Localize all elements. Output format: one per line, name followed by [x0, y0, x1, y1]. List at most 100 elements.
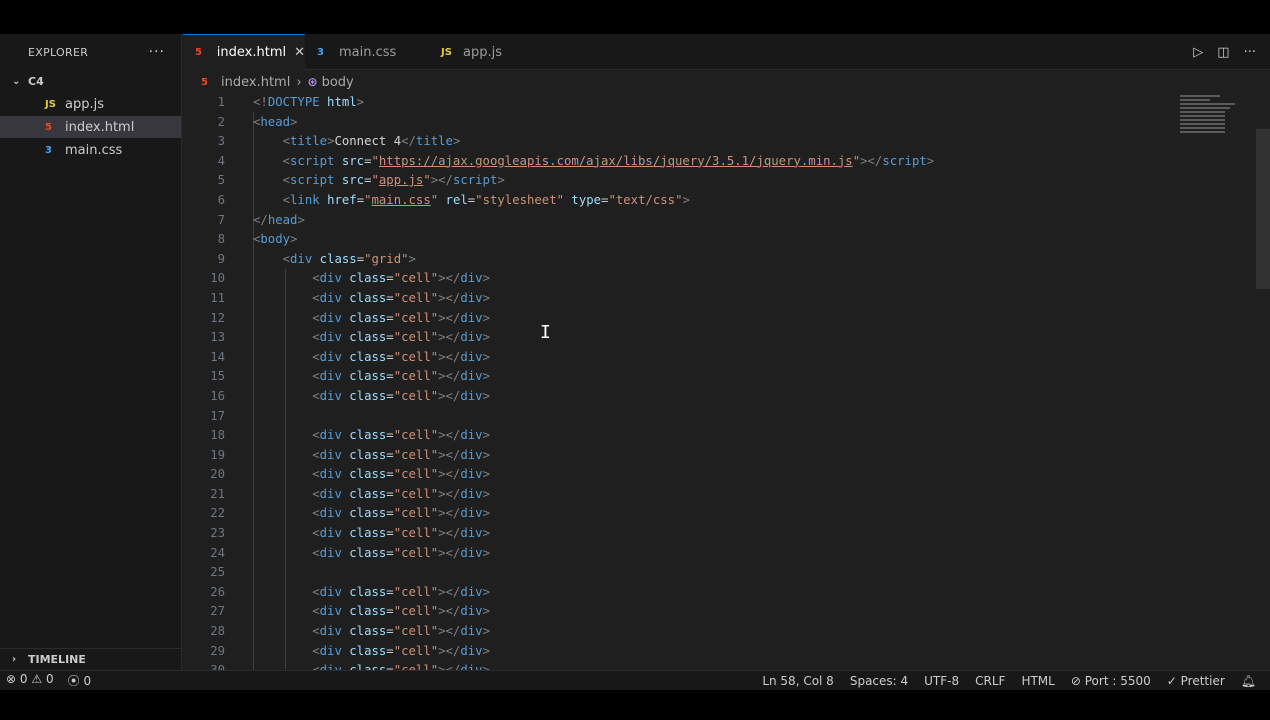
cursor-position[interactable]: Ln 58, Col 8: [762, 674, 834, 688]
code-line[interactable]: 25: [183, 563, 1270, 583]
problems-indicator[interactable]: ⊗ 0 ⚠ 0: [6, 672, 54, 689]
line-number: 26: [210, 584, 225, 599]
code-line[interactable]: 30 <div class="cell"></div>: [183, 661, 1270, 670]
code-line[interactable]: 7 </head>: [183, 211, 1270, 231]
code-line[interactable]: 24 <div class="cell"></div>: [183, 544, 1270, 564]
line-content: <div class="cell"></div>: [312, 624, 490, 639]
prettier-status[interactable]: ✓ Prettier: [1167, 674, 1225, 688]
code-line[interactable]: 26 <div class="cell"></div>: [183, 583, 1270, 603]
tab-label: main.css: [339, 44, 397, 60]
line-number: 22: [210, 506, 225, 521]
antenna-icon: ⦿: [67, 674, 80, 688]
line-number: 8: [217, 232, 225, 247]
code-line[interactable]: 21 <div class="cell"></div>: [183, 485, 1270, 505]
code-line[interactable]: 27 <div class="cell"></div>: [183, 602, 1270, 622]
code-line[interactable]: 15 <div class="cell"></div>: [183, 367, 1270, 387]
line-number: 23: [210, 526, 225, 541]
code-line[interactable]: 11 <div class="cell"></div>: [183, 289, 1270, 309]
file-label: main.css: [65, 142, 123, 158]
code-line[interactable]: 8 <body>: [183, 230, 1270, 250]
more-actions-icon[interactable]: ···: [149, 44, 165, 60]
code-line[interactable]: 12 <div class="cell"></div>: [183, 309, 1270, 329]
code-line[interactable]: 2 <head>: [183, 113, 1270, 133]
line-content: <div class="cell"></div>: [312, 330, 490, 345]
code-line[interactable]: 22 <div class="cell"></div>: [183, 504, 1270, 524]
bell-icon[interactable]: 🔔︎: [1241, 674, 1256, 688]
folder-label: C4: [28, 74, 44, 88]
split-editor-icon[interactable]: ◫: [1217, 45, 1229, 60]
code-line[interactable]: 13 <div class="cell"></div>: [183, 328, 1270, 348]
code-line[interactable]: 28 <div class="cell"></div>: [183, 622, 1270, 642]
line-content: <script src="https://ajax.googleapis.com…: [282, 153, 935, 168]
code-line[interactable]: 5 <script src="app.js"></script>: [183, 171, 1270, 191]
line-number: 13: [210, 330, 225, 345]
symbol-icon: ⊛: [307, 75, 318, 89]
line-content: <div class="cell"></div>: [312, 467, 490, 482]
line-content: <head>: [253, 114, 298, 129]
code-line[interactable]: 1 <!DOCTYPE html>: [183, 93, 1270, 113]
timeline-section[interactable]: › TIMELINE: [0, 648, 182, 670]
line-content: <div class="cell"></div>: [312, 486, 490, 501]
code-line[interactable]: 6 <link href="main.css" rel="stylesheet"…: [183, 191, 1270, 211]
js-file-icon: JS: [45, 98, 56, 110]
more-actions-icon[interactable]: ···: [1244, 45, 1256, 60]
line-content: <div class="cell"></div>: [312, 349, 490, 364]
file-label: index.html: [65, 119, 135, 135]
folder-c4[interactable]: ⌄ C4: [0, 70, 181, 92]
line-content: <div class="cell"></div>: [312, 290, 490, 305]
line-number: 15: [210, 369, 225, 384]
code-line[interactable]: 18 <div class="cell"></div>: [183, 426, 1270, 446]
line-number: 1: [217, 95, 225, 109]
error-count: 0: [19, 672, 28, 686]
chevron-down-icon: ⌄: [12, 75, 21, 87]
code-line[interactable]: 9 <div class="grid">: [183, 250, 1270, 270]
tab-app-js[interactable]: JS app.js: [427, 34, 539, 70]
code-lines: 1 <!DOCTYPE html> 2 <head> 3 <title>Connect …: [183, 93, 1270, 670]
code-line[interactable]: 17: [183, 407, 1270, 427]
ports-indicator[interactable]: ⦿ 0: [68, 672, 91, 689]
line-number: 7: [217, 212, 225, 227]
code-editor[interactable]: 1 <!DOCTYPE html> 2 <head> 3 <title>Connect …: [183, 93, 1270, 670]
line-number: 20: [210, 467, 225, 482]
tab-index-html[interactable]: 5 index.html ✕: [183, 34, 305, 70]
line-content: </head>: [253, 212, 305, 227]
line-content: <div class="cell"></div>: [312, 428, 490, 443]
run-icon[interactable]: ▷: [1193, 45, 1203, 60]
language-mode[interactable]: HTML: [1021, 674, 1054, 688]
breadcrumb-file[interactable]: index.html: [221, 75, 290, 90]
close-icon[interactable]: ✕: [294, 45, 305, 60]
html-file-icon: 5: [45, 121, 52, 133]
port-label: Port : 5500: [1084, 673, 1151, 688]
indentation[interactable]: Spaces: 4: [850, 674, 908, 688]
file-index-html[interactable]: 5 index.html: [0, 116, 181, 138]
line-content: <link href="main.css" rel="stylesheet" t…: [282, 192, 690, 207]
code-line[interactable]: 16 <div class="cell"></div>: [183, 387, 1270, 407]
check-icon: ✓: [1166, 673, 1177, 688]
editor-actions: ▷ ◫ ···: [1193, 34, 1256, 70]
minimap[interactable]: [1180, 93, 1240, 173]
code-line[interactable]: 14 <div class="cell"></div>: [183, 348, 1270, 368]
line-content: <script src="app.js"></script>: [282, 173, 505, 188]
line-content: <!DOCTYPE html>: [253, 95, 365, 109]
breadcrumb-symbol[interactable]: body: [322, 75, 354, 90]
code-line[interactable]: 29 <div class="cell"></div>: [183, 642, 1270, 662]
tab-main-css[interactable]: 3 main.css: [305, 34, 427, 70]
line-number: 9: [217, 251, 225, 266]
file-main-css[interactable]: 3 main.css: [0, 139, 181, 161]
line-content: <div class="cell"></div>: [253, 661, 490, 670]
line-number: 14: [210, 349, 225, 364]
line-number: 19: [210, 447, 225, 462]
end-of-line[interactable]: CRLF: [975, 674, 1005, 688]
code-line[interactable]: 10 <div class="cell"></div>: [183, 269, 1270, 289]
vertical-scrollbar[interactable]: [1256, 129, 1270, 289]
line-number: 17: [210, 408, 225, 423]
code-line[interactable]: 3 <title>Connect 4</title>: [183, 132, 1270, 152]
line-content: <div class="grid">: [282, 251, 416, 266]
file-app-js[interactable]: JS app.js: [0, 93, 181, 115]
code-line[interactable]: 20 <div class="cell"></div>: [183, 465, 1270, 485]
code-line[interactable]: 23 <div class="cell"></div>: [183, 524, 1270, 544]
encoding[interactable]: UTF-8: [924, 674, 959, 688]
live-server-port[interactable]: ⊘ Port : 5500: [1071, 674, 1151, 688]
code-line[interactable]: 19 <div class="cell"></div>: [183, 446, 1270, 466]
code-line[interactable]: 4 <script src="https://ajax.googleapis.c…: [183, 152, 1270, 172]
